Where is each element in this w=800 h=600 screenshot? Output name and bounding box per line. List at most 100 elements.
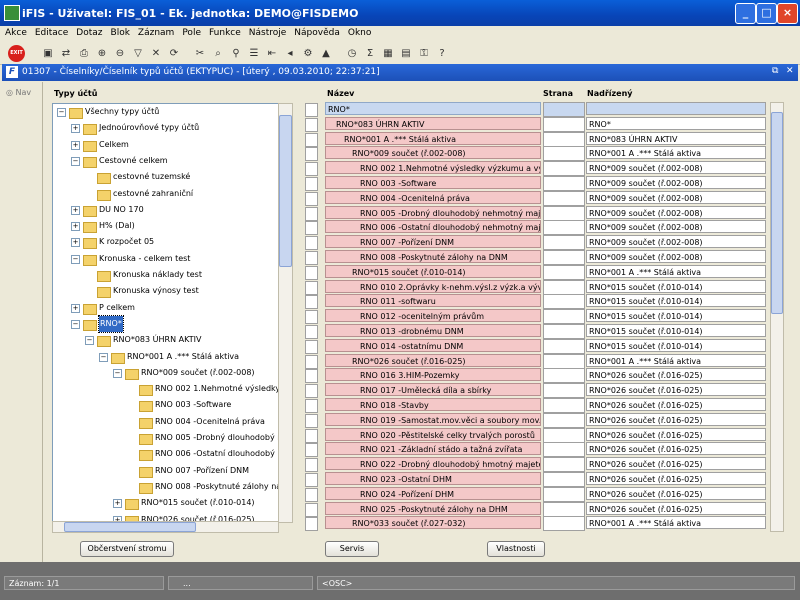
tree-node[interactable]: − RNO*009 součet (ř.002-008) [53, 365, 278, 381]
row-selector[interactable] [305, 310, 318, 325]
tree-node[interactable]: + Jednoúrovňové typy účtů [53, 120, 278, 136]
parent-cell[interactable]: RNO*009 součet (ř.002-008) [586, 205, 766, 219]
collapse-icon[interactable]: − [113, 368, 122, 378]
delete-icon[interactable]: ✕ [148, 45, 164, 61]
service-button[interactable]: Servis [325, 541, 379, 557]
strana-cell[interactable] [543, 353, 585, 369]
parent-cell[interactable]: RNO*026 součet (ř.016-025) [586, 501, 766, 515]
table-row[interactable]: RNO*033 součet (ř.027-032) RNO*001 A .***… [305, 516, 768, 532]
tree-node[interactable]: − Všechny typy účtů [53, 104, 278, 120]
row-selector[interactable] [305, 325, 318, 339]
tree-node[interactable]: cestovné zahraniční [53, 186, 278, 202]
tree-node[interactable]: − Cestovné celkem [53, 153, 278, 169]
parent-cell[interactable]: RNO*026 součet (ř.016-025) [586, 486, 766, 500]
menu-item-3[interactable]: Blok [106, 26, 133, 38]
nav-label[interactable]: ◎ Nav [6, 88, 31, 97]
expand-icon[interactable]: + [71, 303, 80, 313]
name-cell[interactable]: RNO 002 1.Nehmotné výsledky výzkumu a vý… [325, 161, 541, 175]
row-selector[interactable] [305, 517, 318, 532]
strana-cell[interactable] [543, 279, 585, 295]
table-row[interactable]: RNO 019 -Samostat.mov.věci a soubory mov… [305, 412, 768, 428]
row-selector[interactable] [305, 428, 318, 443]
parent-cell[interactable]: RNO*001 A .*** Stálá aktiva [586, 264, 766, 278]
collapse-icon[interactable]: − [71, 156, 80, 166]
name-cell[interactable]: RNO 021 -Základní stádo a tažná zvířata [325, 442, 541, 456]
table-row[interactable]: RNO 007 -Pořízení DNM RNO*009 součet (ř.0… [305, 235, 768, 251]
table-row[interactable]: RNO 024 -Pořízení DHM RNO*026 součet (ř.0… [305, 486, 768, 502]
table-row[interactable]: RNO 003 -Software RNO*009 součet (ř.002-0… [305, 176, 768, 191]
parent-cell[interactable]: RNO*001 A .*** Stálá aktiva [586, 146, 766, 160]
row-selector[interactable] [305, 473, 318, 487]
name-cell[interactable]: RNO 008 -Poskytnuté zálohy na DNM [325, 250, 541, 263]
strana-cell[interactable] [543, 116, 585, 132]
inner-close-icon[interactable]: ✕ [786, 66, 794, 76]
inner-window-title-bar[interactable]: F 01307 - Číselníky/Číselník typů účtů (… [2, 64, 798, 81]
collapse-icon[interactable]: − [99, 352, 108, 362]
table-row[interactable]: RNO* [305, 102, 768, 117]
row-selector[interactable] [305, 295, 318, 310]
strana-cell[interactable] [543, 264, 585, 280]
menu-item-2[interactable]: Dotaz [71, 26, 105, 38]
parent-cell[interactable]: RNO*026 součet (ř.016-025) [586, 472, 766, 485]
strana-cell[interactable] [543, 250, 585, 265]
sum-icon[interactable]: Σ [362, 45, 378, 61]
table-row[interactable]: RNO 021 -Základní stádo a tažná zvířata R… [305, 442, 768, 458]
name-cell[interactable]: RNO*033 součet (ř.027-032) [325, 516, 541, 530]
tree-node[interactable]: RNO 008 -Poskytnuté zálohy na [53, 479, 278, 495]
strana-cell[interactable] [543, 176, 585, 191]
name-cell[interactable]: RNO 010 2.Oprávky k-nehm.výsl.z výzk.a v… [325, 279, 541, 293]
table-row[interactable]: RNO 011 -softwaru RNO*015 součet (ř.010-0… [305, 294, 768, 310]
maximize-button[interactable]: □ [756, 3, 777, 24]
parent-cell[interactable]: RNO*026 součet (ř.016-025) [586, 383, 766, 397]
tree-node[interactable]: + RNO*015 součet (ř.010-014) [53, 495, 278, 511]
menu-item-8[interactable]: Nápověda [289, 26, 343, 38]
table-row[interactable]: RNO 010 2.Oprávky k-nehm.výsl.z výzk.a v… [305, 279, 768, 295]
parent-cell[interactable]: RNO*083 ÚHRN AKTIV [586, 131, 766, 145]
tree-node[interactable]: + DU NO 170 [53, 202, 278, 218]
calendar-icon[interactable]: ▤ [398, 45, 414, 61]
table-row[interactable]: RNO 020 -Pěstitelské celky trvalých poro… [305, 427, 768, 443]
parent-cell[interactable]: RNO*015 součet (ř.010-014) [586, 338, 766, 352]
expand-icon[interactable]: + [71, 124, 80, 134]
strana-cell[interactable] [543, 457, 585, 473]
row-selector[interactable] [305, 384, 318, 399]
table-row[interactable]: RNO*009 součet (ř.002-008) RNO*001 A .***… [305, 146, 768, 162]
name-cell[interactable]: RNO*083 ÚHRN AKTIV [325, 116, 541, 130]
parent-cell[interactable]: RNO*026 součet (ř.016-025) [586, 442, 766, 456]
prev-icon[interactable]: ◂ [282, 45, 298, 61]
strana-cell[interactable] [543, 146, 585, 162]
grid-scroll-thumb[interactable] [771, 112, 783, 314]
strana-cell[interactable] [543, 412, 585, 428]
tree-node[interactable]: + Celkem [53, 137, 278, 153]
row-selector[interactable] [305, 339, 318, 354]
table-row[interactable]: RNO 017 -Umělecká díla a sbírky RNO*026 s… [305, 383, 768, 399]
tree-node[interactable]: + H% (Dal) [53, 218, 278, 234]
parent-cell[interactable]: RNO*015 součet (ř.010-014) [586, 294, 766, 308]
strana-cell[interactable] [543, 131, 585, 147]
strana-cell[interactable] [543, 501, 585, 517]
table-row[interactable]: RNO*026 součet (ř.016-025) RNO*001 A .***… [305, 353, 768, 369]
tree-node[interactable]: RNO 006 -Ostatní dlouhodobý nehm [53, 446, 278, 462]
strana-cell[interactable] [543, 338, 585, 354]
table-row[interactable]: RNO 018 -Stavby RNO*026 součet (ř.016-025… [305, 398, 768, 413]
tree-node[interactable]: RNO 007 -Pořízení DNM [53, 463, 278, 479]
row-selector[interactable] [305, 117, 318, 132]
name-cell[interactable]: RNO*015 součet (ř.010-014) [325, 264, 541, 278]
tree-scroll-thumb[interactable] [279, 115, 292, 267]
menu-item-6[interactable]: Funkce [204, 26, 244, 38]
exit-button[interactable]: EXIT [8, 45, 25, 62]
parent-cell[interactable]: RNO*026 součet (ř.016-025) [586, 398, 766, 411]
row-selector[interactable] [305, 458, 318, 473]
table-row[interactable]: RNO 025 -Poskytnuté zálohy na DHM RNO*026… [305, 501, 768, 517]
tree-node[interactable]: − RNO*001 A .*** Stálá aktiva [53, 349, 278, 365]
strana-cell[interactable] [543, 102, 585, 117]
table-row[interactable]: RNO 013 -drobnému DNM RNO*015 součet (ř.0… [305, 324, 768, 339]
collapse-icon[interactable]: − [85, 336, 94, 346]
name-cell[interactable]: RNO 004 -Ocenitelná práva [325, 190, 541, 204]
cut-icon[interactable]: ✂ [192, 45, 208, 61]
row-selector[interactable] [305, 487, 318, 502]
table-row[interactable]: RNO 006 -Ostatní dlouhodobý nehmotný maj… [305, 220, 768, 236]
parent-cell[interactable]: RNO*001 A .*** Stálá aktiva [586, 353, 766, 367]
name-cell[interactable]: RNO* [325, 102, 541, 115]
table-row[interactable]: RNO 004 -Ocenitelná práva RNO*009 součet … [305, 190, 768, 206]
